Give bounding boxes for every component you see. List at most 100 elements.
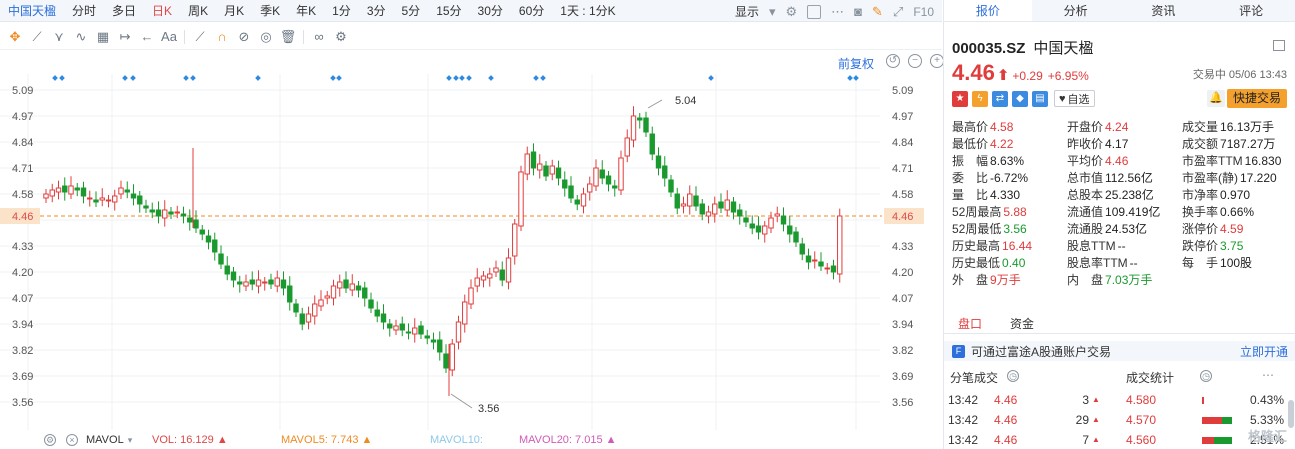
- camera-icon[interactable]: ◙: [854, 4, 862, 19]
- bell-icon[interactable]: 🔔: [1207, 90, 1225, 107]
- event-marker: [853, 75, 859, 81]
- stat-label: 市盈率(静): [1182, 171, 1238, 185]
- checkbox-icon[interactable]: [807, 4, 822, 19]
- stock-name-link[interactable]: 中国天楹: [0, 2, 64, 19]
- open-account-link[interactable]: 立即开通: [1240, 343, 1288, 360]
- quote-tab[interactable]: 资讯: [1120, 0, 1208, 21]
- fib-tool-icon[interactable]: ▦: [92, 26, 114, 48]
- chat-icon[interactable]: ▤: [1032, 90, 1048, 107]
- period-item[interactable]: 3分: [359, 2, 394, 19]
- lock-draw-icon[interactable]: ⊘: [233, 26, 255, 48]
- indicator-settings-icon[interactable]: ⚙: [44, 434, 56, 446]
- fullscreen-icon[interactable]: ⤢: [893, 4, 903, 19]
- settings-gear-icon[interactable]: ⚙: [785, 4, 797, 19]
- period-item[interactable]: 30分: [470, 2, 511, 19]
- indicator-close-icon[interactable]: ×: [66, 434, 78, 446]
- tab-order-book[interactable]: 盘口: [944, 314, 996, 333]
- period-item[interactable]: 1分: [324, 2, 359, 19]
- period-item[interactable]: 日K: [144, 2, 180, 19]
- candle-body: [87, 197, 93, 200]
- wave-tool-icon[interactable]: ∿: [70, 26, 92, 48]
- stats-row: 历史最低 0.40 股息率TTM -- 每 手 100股: [952, 255, 1292, 272]
- candle-body: [505, 257, 512, 283]
- candle-body: [212, 239, 218, 253]
- line-tool-icon[interactable]: ⟋: [26, 26, 48, 48]
- scrollbar[interactable]: [1288, 400, 1294, 428]
- buy-ratio-bar: [1202, 397, 1204, 404]
- arrow-tool-icon[interactable]: ←: [136, 26, 158, 48]
- candle-body: [805, 255, 812, 263]
- up-arrow-icon: ▲: [1092, 435, 1100, 444]
- period-item[interactable]: 15分: [428, 2, 469, 19]
- collapse-icon[interactable]: [1273, 40, 1285, 51]
- quote-tab[interactable]: 分析: [1032, 0, 1120, 21]
- stats-grid: 最高价 4.58 开盘价 4.24 成交量 16.13万手 最低价 4.22 昨收价 4.17 成交…: [952, 119, 1292, 289]
- stat-cell: 外 盘 9万手: [952, 272, 1067, 289]
- stat-label: 总股本: [1067, 188, 1104, 202]
- stat-cell: 最高价 4.58: [952, 119, 1067, 136]
- quick-trade-button[interactable]: 快捷交易: [1226, 89, 1287, 108]
- price-tick-right: 4.58: [892, 189, 913, 201]
- period-item[interactable]: 1天 : 1分K: [552, 2, 623, 19]
- candle-body: [112, 195, 118, 203]
- tag-icon[interactable]: ◆: [1012, 90, 1028, 107]
- lightning-icon[interactable]: ϟ: [972, 90, 988, 107]
- period-item[interactable]: 多日: [104, 2, 144, 19]
- candle-body: [643, 117, 649, 133]
- f10-button[interactable]: F10: [913, 5, 934, 19]
- channel-tool-icon[interactable]: ⋎: [48, 26, 70, 48]
- measure-tool-icon[interactable]: ↦: [114, 26, 136, 48]
- period-item[interactable]: 60分: [511, 2, 552, 19]
- candle-body: [118, 187, 124, 195]
- add-favorite-button[interactable]: ♥ 自选: [1054, 90, 1095, 107]
- candle-body: [187, 217, 193, 223]
- magnet-icon[interactable]: ∩: [211, 26, 233, 48]
- period-item[interactable]: 分时: [64, 2, 104, 19]
- display-menu[interactable]: 显示: [735, 3, 759, 20]
- candle-body: [818, 261, 824, 267]
- indicator-name[interactable]: MAVOL: [86, 434, 124, 446]
- period-item[interactable]: 年K: [288, 2, 324, 19]
- toolbar-settings-icon[interactable]: ⚙: [330, 26, 352, 48]
- candle-body: [380, 313, 387, 323]
- period-item[interactable]: 5分: [394, 2, 429, 19]
- stat-info-icon[interactable]: ◷: [1200, 370, 1212, 382]
- price-tick-left: 4.33: [12, 241, 33, 253]
- candle-body: [305, 313, 312, 323]
- stat-value: 16.830: [1244, 154, 1282, 168]
- stat-pct: 0.43%: [1249, 393, 1284, 407]
- ellipsis-icon[interactable]: ⋯: [831, 4, 844, 19]
- mavol5-text: MAVOL5: 7.743: [281, 434, 359, 446]
- brush-tool-icon[interactable]: ⟋: [189, 26, 211, 48]
- quote-tab[interactable]: 报价: [944, 0, 1032, 21]
- link-icon[interactable]: ∞: [308, 26, 330, 48]
- candle-body: [768, 217, 774, 229]
- pencil-icon[interactable]: ✎: [872, 4, 883, 19]
- candle-body: [662, 165, 668, 179]
- caret-down-icon[interactable]: ▾: [128, 433, 133, 447]
- stats-row: 振 幅 8.63% 平均价 4.46 市盈率TTM 16.830: [952, 153, 1292, 170]
- stat-value: --: [1129, 256, 1138, 270]
- candlestick-chart[interactable]: 5.09 5.09 4.97 4.97 4.84 4.84 4.71 4.71 4.58 4.58…: [0, 52, 942, 430]
- trade-status: 交易中 05/06 13:43: [1192, 69, 1287, 81]
- period-item[interactable]: 季K: [252, 2, 288, 19]
- tab-capital[interactable]: 资金: [996, 314, 1048, 333]
- shuffle-icon[interactable]: ⇄: [992, 90, 1008, 107]
- stat-cell: 内 盘 7.03万手: [1067, 272, 1182, 289]
- more-options-icon[interactable]: ⋯: [1262, 368, 1274, 382]
- period-item[interactable]: 周K: [180, 2, 216, 19]
- candle-body: [162, 209, 168, 219]
- crosshair-move-icon[interactable]: ✥: [4, 26, 26, 48]
- text-tool-icon[interactable]: Aa: [158, 26, 180, 48]
- info-icon[interactable]: ◷: [1007, 370, 1019, 382]
- candle-body: [530, 151, 537, 169]
- quote-tab[interactable]: 评论: [1207, 0, 1295, 21]
- mavol20-value: MAVOL20: 7.015 ▲: [519, 434, 617, 446]
- candle-body: [68, 185, 74, 195]
- chevron-down-icon[interactable]: ▾: [769, 4, 776, 19]
- candle-body: [512, 223, 518, 257]
- trash-icon[interactable]: 🗑: [277, 26, 299, 48]
- hide-draw-icon[interactable]: ◎: [255, 26, 277, 48]
- price-tick-right: 3.56: [892, 397, 913, 409]
- period-item[interactable]: 月K: [216, 2, 252, 19]
